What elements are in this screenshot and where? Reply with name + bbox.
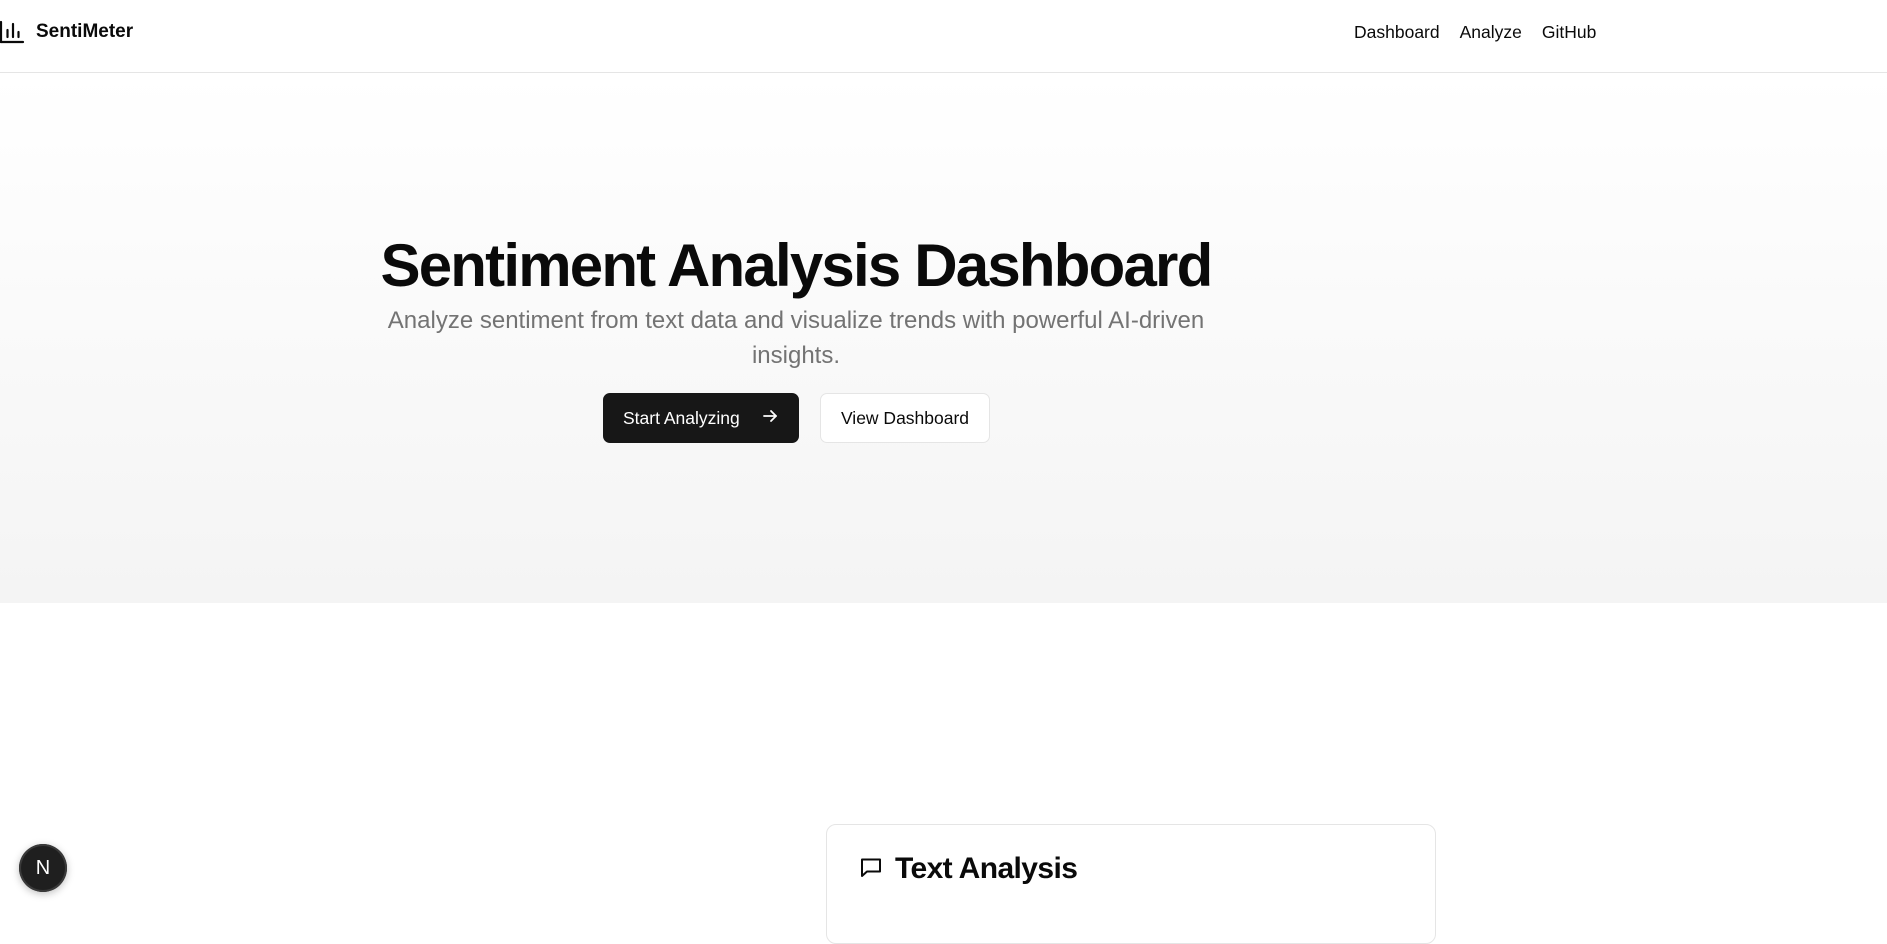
nextjs-dev-indicator[interactable]: N [19, 844, 67, 892]
hero-subtitle: Analyze sentiment from text data and vis… [387, 307, 1205, 369]
text-analysis-card: Text Analysis [826, 824, 1436, 944]
start-analyzing-button[interactable]: Start Analyzing [603, 393, 799, 443]
main-nav: Dashboard Analyze GitHub [1354, 20, 1596, 44]
top-navbar: SentiMeter Dashboard Analyze GitHub [0, 0, 1887, 73]
arrow-right-icon [761, 407, 779, 430]
start-analyzing-label: Start Analyzing [623, 407, 740, 428]
bar-chart-icon [0, 20, 25, 44]
hero-actions: Start Analyzing View Dashboard [603, 393, 990, 443]
view-dashboard-label: View Dashboard [840, 407, 970, 428]
card-header: Text Analysis [859, 852, 1078, 886]
brand[interactable]: SentiMeter [0, 18, 133, 46]
brand-name: SentiMeter [36, 21, 134, 42]
view-dashboard-button[interactable]: View Dashboard [820, 393, 990, 443]
nav-link-github[interactable]: GitHub [1542, 22, 1596, 43]
nextjs-icon: N [35, 856, 51, 879]
nav-link-analyze[interactable]: Analyze [1460, 22, 1522, 43]
nav-link-dashboard[interactable]: Dashboard [1354, 22, 1440, 43]
hero-section: Sentiment Analysis Dashboard Analyze sen… [0, 73, 1887, 603]
card-title: Text Analysis [895, 852, 1078, 885]
message-square-icon [859, 855, 883, 884]
hero-title: Sentiment Analysis Dashboard [380, 232, 1214, 299]
